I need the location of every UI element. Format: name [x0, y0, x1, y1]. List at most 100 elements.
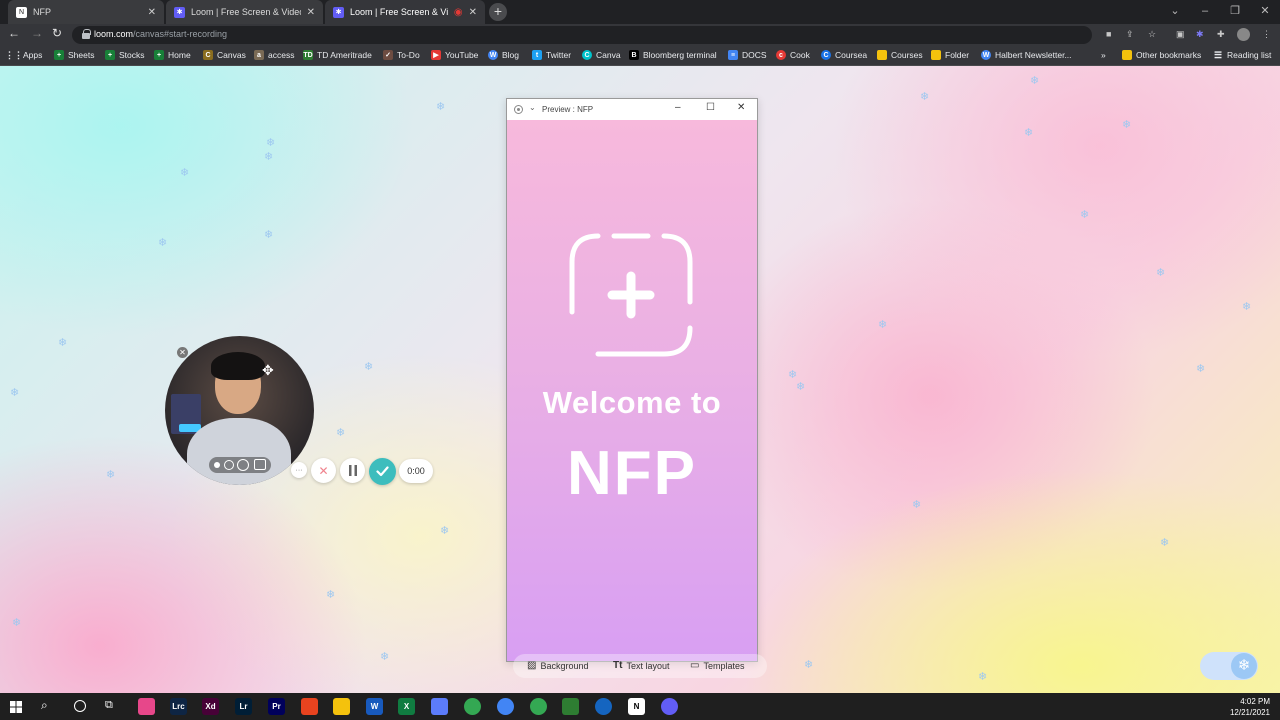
recording-timer: 0:00 — [399, 459, 433, 483]
windows-start-icon[interactable] — [10, 701, 22, 713]
youtube-icon: ▶ — [431, 50, 441, 60]
bookmark-label: Cook — [790, 50, 810, 60]
finish-recording-button[interactable] — [369, 458, 396, 485]
bookmark-to-do[interactable]: ✓ To-Do — [383, 50, 420, 60]
camera-size-large-button[interactable] — [237, 459, 249, 471]
cancel-recording-button[interactable]: ✕ — [311, 458, 336, 483]
bookmark-td-ameritrade[interactable]: TD TD Ameritrade — [303, 50, 372, 60]
reading-list[interactable]: ☰ Reading list — [1213, 50, 1272, 61]
camera-size-medium-button[interactable] — [224, 460, 234, 470]
taskbar-app-icon[interactable] — [530, 698, 547, 715]
preview-window-titlebar[interactable]: ⌄ Preview : NFP – ☐ ✕ — [507, 99, 757, 120]
tab-loom-active[interactable]: ✱ Loom | Free Screen & Video ◉ ✕ — [325, 0, 485, 24]
move-handle-icon[interactable]: ✥ — [262, 362, 274, 379]
taskbar-app-icon[interactable] — [595, 698, 612, 715]
snow-toggle[interactable]: ❄ — [1200, 652, 1258, 680]
taskbar-app-icon[interactable]: Lrc — [170, 698, 187, 715]
task-view-icon[interactable]: ⧉ — [105, 699, 113, 712]
bookmark-folder[interactable]: Folder — [931, 50, 969, 60]
camera-fullscreen-icon[interactable] — [254, 459, 266, 470]
search-icon[interactable]: ⌕ — [41, 698, 48, 713]
cortana-icon[interactable] — [74, 700, 86, 712]
taskbar-app-icon[interactable] — [138, 698, 155, 715]
url-text[interactable]: loom.com/canvas#start-recording — [94, 29, 227, 39]
text-layout-button[interactable]: Tt Text layout — [613, 660, 669, 671]
camera-size-small-button[interactable] — [214, 462, 220, 468]
bookmark-stocks[interactable]: + Stocks — [105, 50, 145, 60]
bookmark-bloomberg[interactable]: B Bloomberg terminal — [629, 50, 717, 60]
bookmark-home[interactable]: + Home — [154, 50, 191, 60]
bookmark-coursea[interactable]: C Coursea — [821, 50, 867, 60]
camera-size-controls — [209, 457, 271, 473]
taskbar-app-icon[interactable]: N — [628, 698, 645, 715]
chrome-menu-icon[interactable]: ⋮ — [1262, 29, 1271, 40]
back-icon[interactable]: ← — [8, 26, 20, 40]
system-clock[interactable]: 4:02 PM 12/21/2021 — [1230, 696, 1270, 718]
bookmark-label: TD Ameritrade — [317, 50, 372, 60]
close-tab-icon[interactable]: ✕ — [148, 7, 156, 18]
more-bookmarks-button[interactable]: » — [1101, 50, 1106, 60]
tab-nfp[interactable]: N NFP ✕ — [8, 0, 164, 24]
taskbar-app-icon[interactable]: X — [398, 698, 415, 715]
taskbar-app-icon[interactable] — [431, 698, 448, 715]
new-tab-button[interactable]: + — [489, 3, 507, 21]
taskbar-app-icon[interactable]: Xd — [202, 698, 219, 715]
bookmark-halbert[interactable]: W Halbert Newsletter... — [981, 50, 1072, 60]
reload-icon[interactable]: ↻ — [52, 26, 62, 40]
bookmark-courses[interactable]: Courses — [877, 50, 923, 60]
bookmark-access[interactable]: a access — [254, 50, 294, 60]
minimize-preview-button[interactable]: – — [675, 102, 681, 113]
taskbar-app-icon[interactable] — [333, 698, 350, 715]
bookmark-apps[interactable]: ⋮⋮ Apps — [5, 50, 42, 61]
more-options-button[interactable]: ··· — [291, 462, 307, 478]
other-bookmarks[interactable]: Other bookmarks — [1122, 50, 1201, 60]
bookmark-docs[interactable]: ≡ DOCS — [728, 50, 767, 60]
bookmark-sheets[interactable]: + Sheets — [54, 50, 94, 60]
record-icon — [514, 105, 523, 114]
share-icon[interactable]: ⇪ — [1126, 29, 1134, 40]
restore-window-button[interactable]: ❐ — [1220, 0, 1250, 24]
add-frame-icon[interactable] — [568, 232, 694, 358]
camera-in-use-icon[interactable]: ■ — [1106, 29, 1111, 39]
taskbar-app-icon[interactable] — [661, 698, 678, 715]
bookmark-canvas[interactable]: C Canvas — [203, 50, 246, 60]
close-preview-button[interactable]: ✕ — [737, 102, 745, 113]
bookmark-twitter[interactable]: t Twitter — [532, 50, 571, 60]
maximize-preview-button[interactable]: ☐ — [706, 102, 715, 113]
close-tab-icon[interactable]: ✕ — [307, 7, 315, 18]
taskbar-app-icon[interactable]: W — [366, 698, 383, 715]
pause-recording-button[interactable] — [340, 458, 365, 483]
extension-icon[interactable]: ▣ — [1176, 29, 1185, 40]
tab-loom-1[interactable]: ✱ Loom | Free Screen & Video Rec ✕ — [166, 0, 323, 24]
snowflake-icon: ❄ — [364, 361, 374, 373]
taskbar-app-icon[interactable] — [464, 698, 481, 715]
extensions-puzzle-icon[interactable]: ✚ — [1217, 29, 1225, 40]
forward-icon[interactable]: → — [31, 26, 43, 40]
taskbar-app-icon[interactable] — [301, 698, 318, 715]
background-button[interactable]: ▨ Background — [527, 660, 589, 671]
bookmark-star-icon[interactable]: ☆ — [1148, 29, 1156, 40]
profile-avatar[interactable] — [1237, 28, 1250, 41]
bookmark-youtube[interactable]: ▶ YouTube — [431, 50, 478, 60]
taskbar-app-icon[interactable]: Lr — [235, 698, 252, 715]
close-tab-icon[interactable]: ✕ — [469, 7, 477, 18]
taskbar-app-icon[interactable] — [562, 698, 579, 715]
bookmark-cook[interactable]: c Cook — [776, 50, 810, 60]
taskbar-app-icon[interactable]: Pr — [268, 698, 285, 715]
loom-extension-icon[interactable]: ✱ — [1196, 29, 1204, 40]
chevron-down-icon[interactable]: ⌄ — [529, 103, 536, 112]
bookmark-blog[interactable]: W Blog — [488, 50, 519, 60]
minimize-window-button[interactable]: – — [1190, 0, 1220, 24]
tab-search-icon[interactable]: ⌄ — [1160, 0, 1190, 24]
omnibox[interactable]: loom.com/canvas#start-recording ■ ⇪ ☆ — [72, 26, 1156, 44]
wordpress-icon: W — [488, 50, 498, 60]
taskbar-app-icon[interactable] — [497, 698, 514, 715]
close-camera-icon[interactable]: ✕ — [177, 347, 188, 358]
access-icon: a — [254, 50, 264, 60]
coursera-icon: C — [821, 50, 831, 60]
bookmark-label: Reading list — [1227, 50, 1272, 60]
bookmark-canva[interactable]: C Canva — [582, 50, 621, 60]
close-window-button[interactable]: ✕ — [1250, 0, 1280, 24]
snowflake-icon: ❄ — [920, 91, 930, 103]
templates-button[interactable]: ▭ Templates — [690, 660, 744, 671]
